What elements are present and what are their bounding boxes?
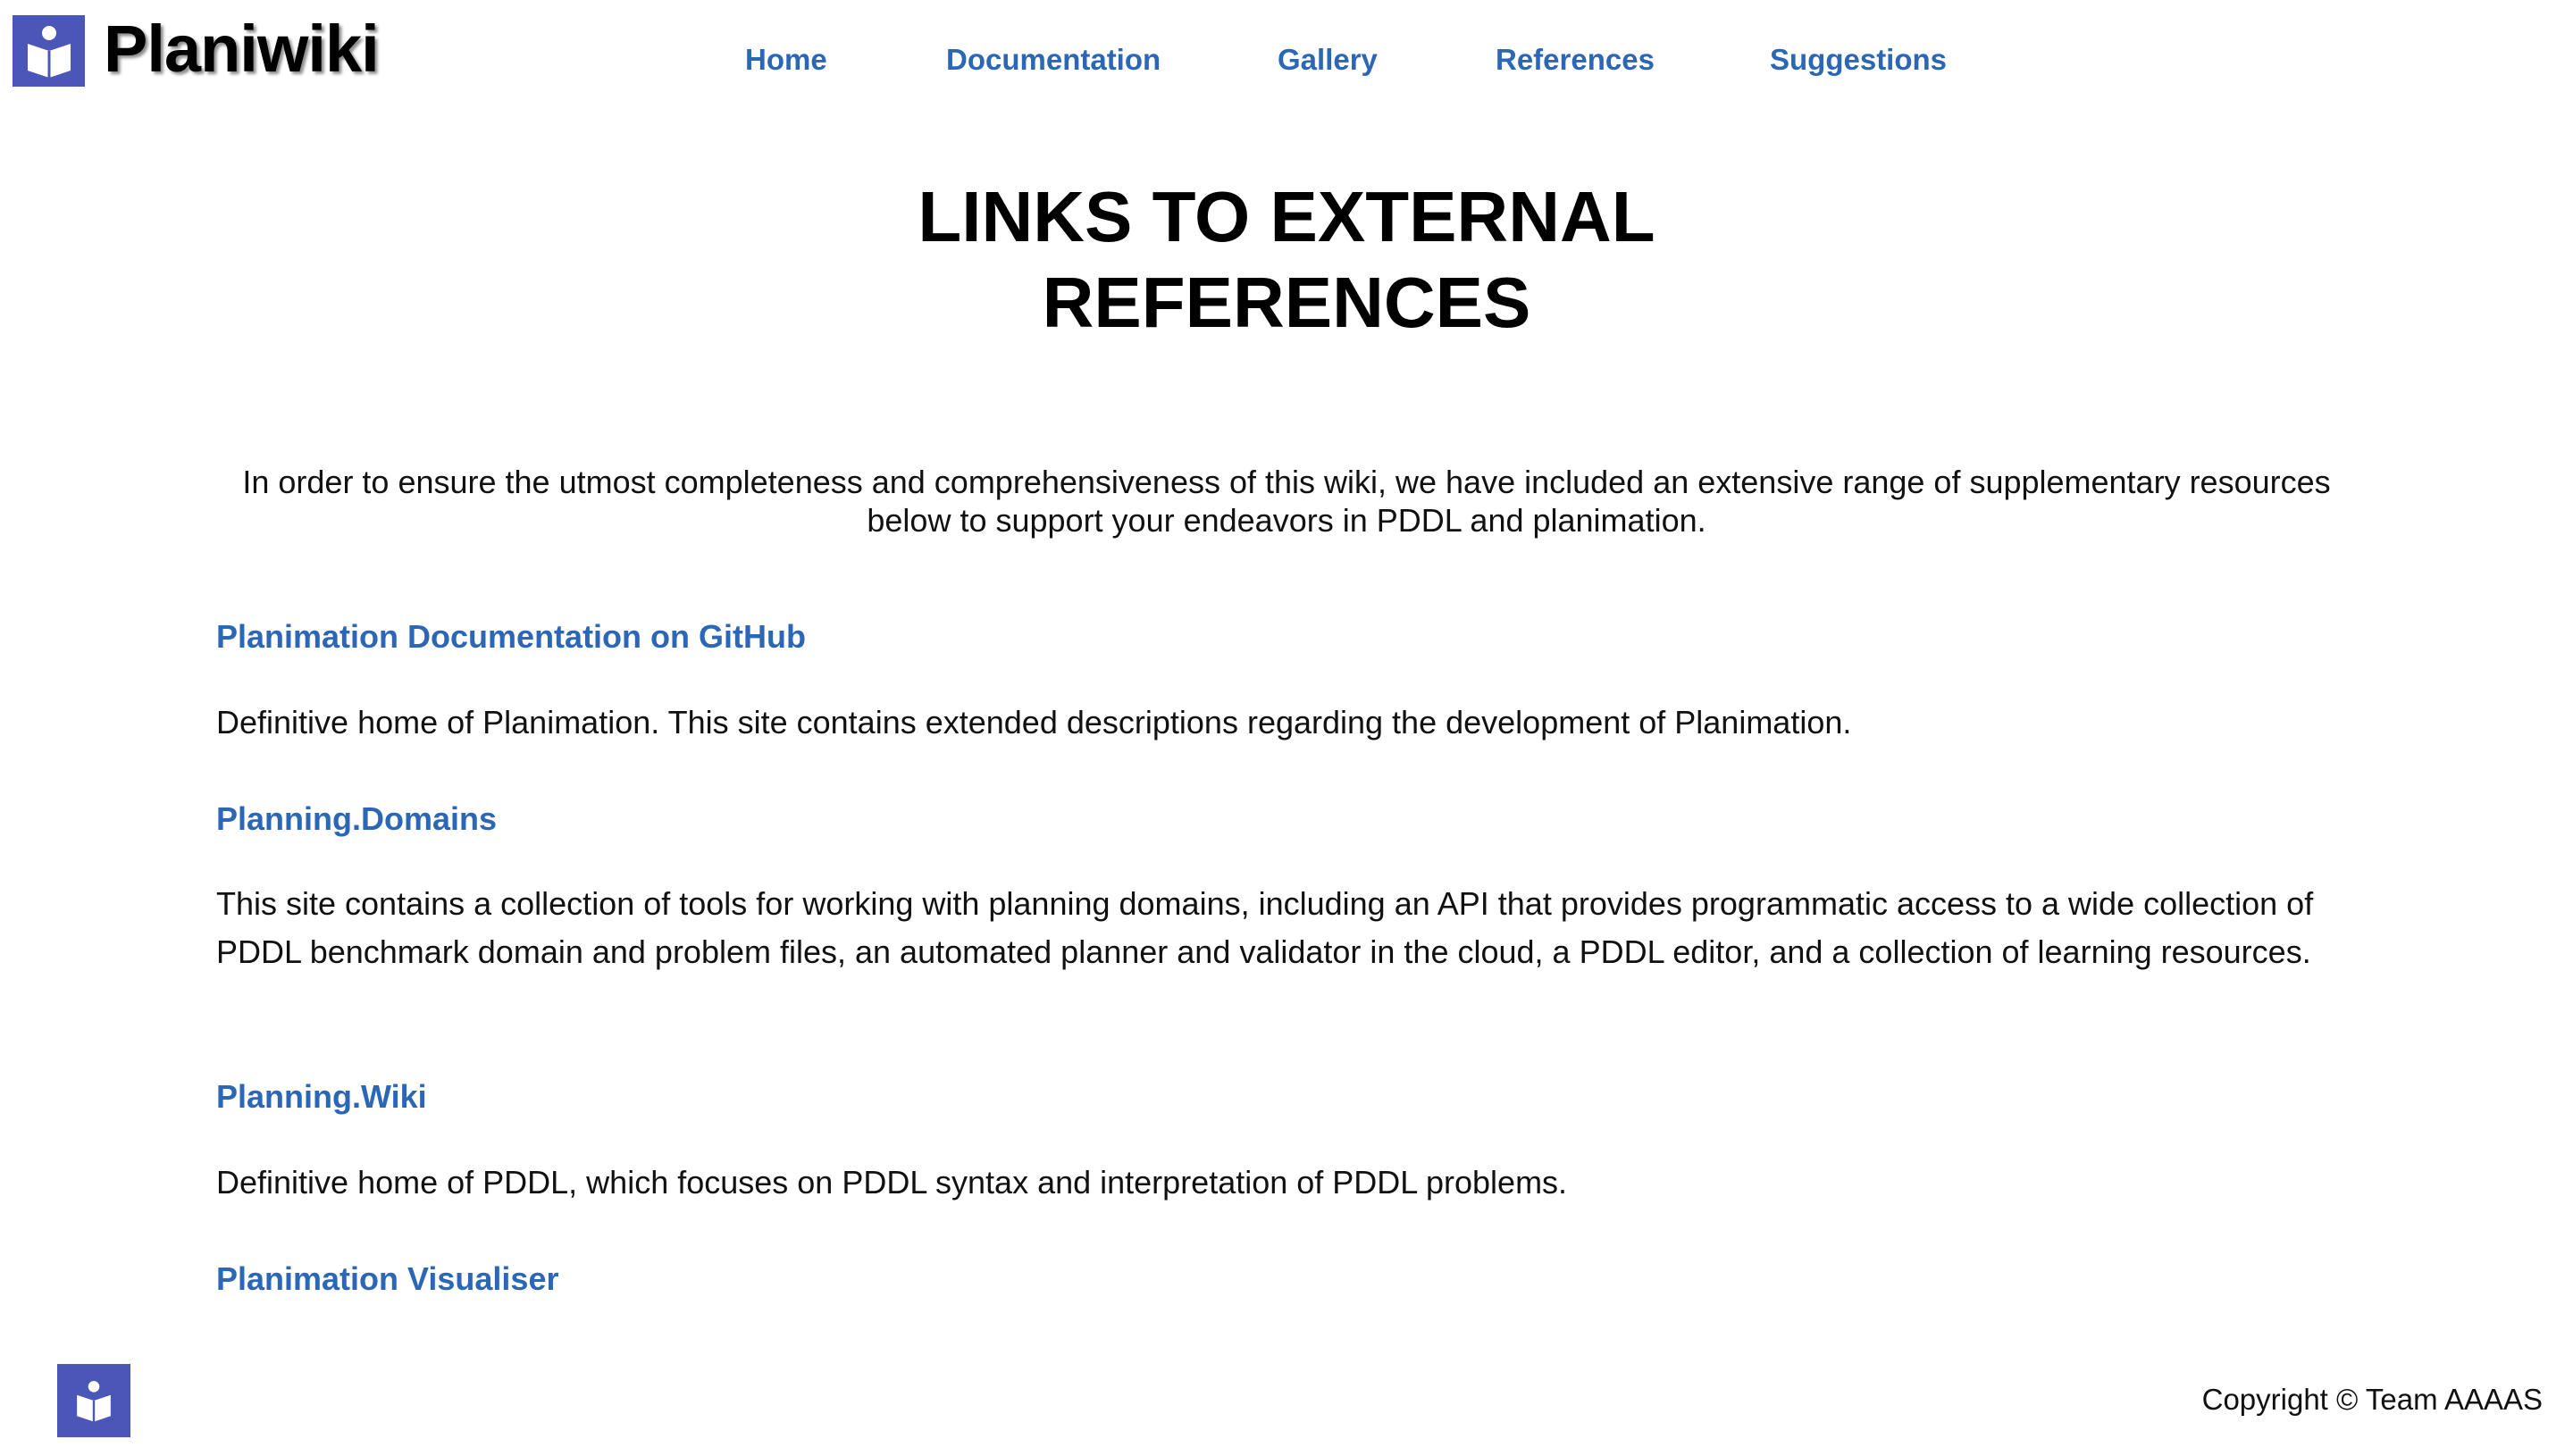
reference-description: Definitive home of PDDL, which focuses o… [216,1164,1568,1201]
page-title-line2: REFERENCES [1042,263,1531,342]
nav-documentation[interactable]: Documentation [946,43,1161,77]
reference-description: Definitive home of Planimation. This sit… [216,704,1852,741]
reference-description: This site contains a collection of tools… [216,885,2314,970]
nav-suggestions[interactable]: Suggestions [1770,43,1947,77]
reference-link-planning-domains[interactable]: Planning.Domains [216,800,497,838]
nav-references[interactable]: References [1496,43,1655,77]
page-title-line1: LINKS TO EXTERNAL [918,177,1655,256]
reference-link-planning-wiki[interactable]: Planning.Wiki [216,1078,427,1116]
nav-gallery[interactable]: Gallery [1278,43,1378,77]
footer-logo-icon[interactable] [57,1364,130,1437]
book-person-icon [77,1381,111,1422]
page-title: LINKS TO EXTERNAL REFERENCES [0,174,2573,346]
intro-text: In order to ensure the utmost completene… [242,464,2331,539]
reference-link-planimation-github[interactable]: Planimation Documentation on GitHub [216,618,806,656]
main-nav: Home Documentation Gallery References Su… [0,43,2573,86]
page: Planiwiki Home Documentation Gallery Ref… [0,0,2573,1456]
nav-home[interactable]: Home [745,43,827,77]
reference-link-planimation-visualiser[interactable]: Planimation Visualiser [216,1260,558,1298]
copyright-text: Copyright © Team AAAAS [2201,1383,2543,1416]
